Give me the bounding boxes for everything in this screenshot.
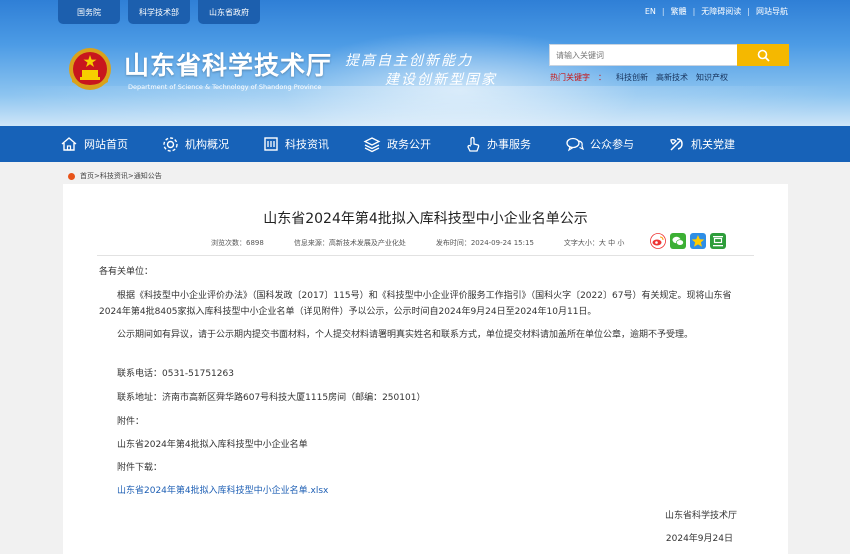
- nav-services[interactable]: 办事服务: [465, 136, 531, 153]
- search-box: [549, 44, 789, 66]
- nav-gov-affairs[interactable]: 政务公开: [363, 136, 431, 153]
- article-panel: 山东省2024年第4批拟入库科技型中小企业名单公示 浏览次数：6898 信息来源…: [63, 184, 788, 554]
- top-links: EN | 繁體 | 无障碍阅读 | 网站导航: [645, 6, 788, 17]
- nav-label: 机关党建: [691, 138, 735, 151]
- nav-label: 办事服务: [487, 138, 531, 151]
- slogan-line-2: 建设创新型国家: [385, 72, 497, 88]
- view-count: 浏览次数：6898: [211, 239, 264, 247]
- link-site-nav[interactable]: 网站导航: [756, 6, 788, 17]
- article-title: 山东省2024年第4批拟入库科技型中小企业名单公示: [263, 211, 588, 227]
- link-traditional[interactable]: 繁體: [671, 6, 687, 17]
- nav-news[interactable]: 科技资讯: [263, 136, 329, 152]
- meta-divider: [97, 255, 754, 256]
- publish-date: 发布时间：2024-09-24 15:15: [435, 239, 534, 247]
- separator: |: [661, 7, 665, 16]
- breadcrumb-dot-icon: [68, 172, 75, 180]
- separator: |: [747, 7, 750, 16]
- site-subtitle: Department of Science & Technology of Sh…: [128, 83, 322, 91]
- hot-keywords-label: 热门关键字: [550, 73, 590, 82]
- gear-icon: [163, 136, 178, 152]
- article-meta: 浏览次数：6898 信息来源：高新技术发展及产业化处 发布时间：2024-09-…: [211, 238, 624, 248]
- nav-label: 政务公开: [387, 138, 431, 151]
- link-accessibility[interactable]: 无障碍阅读: [701, 6, 741, 17]
- search-icon: [757, 49, 770, 62]
- wechat-icon[interactable]: [670, 233, 686, 249]
- douban-icon[interactable]: [710, 233, 726, 249]
- header-wave: [0, 86, 850, 126]
- font-size-control[interactable]: 文字大小：大 中 小: [564, 238, 624, 248]
- breadcrumb-text[interactable]: 首页>科技资讯>通知公告: [80, 171, 162, 181]
- contact-address: 联系地址：济南市高新区舜华路607号科技大厦1115房间（邮编：250101）: [117, 393, 426, 403]
- top-tabs: 国务院 科学技术部 山东省政府: [58, 0, 260, 24]
- site-header: 国务院 科学技术部 山东省政府 EN | 繁體 | 无障碍阅读 | 网站导航 山…: [0, 0, 850, 126]
- home-icon: [61, 137, 77, 151]
- nav-label: 科技资讯: [285, 138, 329, 151]
- download-label: 附件下载：: [117, 463, 163, 473]
- share-buttons: [650, 233, 726, 249]
- nav-label: 公众参与: [590, 138, 634, 151]
- contact-phone: 联系电话：0531-51751263: [117, 369, 234, 379]
- attachment-label: 附件：: [117, 417, 145, 427]
- download-link[interactable]: 山东省2024年第4批拟入库科技型中小企业名单.xlsx: [99, 483, 739, 499]
- nav-home[interactable]: 网站首页: [60, 136, 128, 152]
- signature: 山东省科学技术厅: [664, 511, 737, 521]
- slogan-line-1: 提高自主创新能力: [345, 53, 473, 69]
- party-emblem-icon: [670, 137, 683, 151]
- hot-keyword[interactable]: 科技创新: [616, 72, 648, 83]
- search-button[interactable]: [737, 44, 789, 66]
- qzone-icon[interactable]: [690, 233, 706, 249]
- info-source: 信息来源：高新技术发展及产业化处: [293, 239, 406, 247]
- nav-party[interactable]: 机关党建: [668, 136, 735, 153]
- top-tab-state-council[interactable]: 国务院: [58, 0, 120, 24]
- nav-institution[interactable]: 机构概况: [162, 136, 229, 153]
- link-english[interactable]: EN: [645, 7, 656, 16]
- attachment-name: 山东省2024年第4批拟入库科技型中小企业名单: [117, 440, 308, 450]
- top-tab-provincial-gov[interactable]: 山东省政府: [198, 0, 260, 24]
- document-icon: [264, 137, 278, 151]
- main-nav: 网站首页 机构概况 科技资讯 政务公开 办事服务 公众参与 机关党建: [0, 126, 850, 162]
- hot-keywords-colon: ：: [598, 73, 606, 82]
- hot-keywords: 热门关键字 ： 科技创新 高新技术 知识产权: [550, 72, 728, 83]
- signature-date: 2024年9月24日: [665, 534, 733, 544]
- hot-keyword[interactable]: 高新技术: [656, 72, 688, 83]
- nav-label: 网站首页: [84, 138, 128, 151]
- hand-pointer-icon: [467, 136, 480, 152]
- national-emblem-icon: [69, 48, 111, 90]
- separator: |: [692, 7, 696, 16]
- paragraph-1: 根据《科技型中小企业评价办法》（国科发政〔2017〕115号）和《科技型中小企业…: [99, 291, 732, 317]
- paragraph-2: 公示期间如有异议，请于公示期内提交书面材料，个人提交材料请署明真实姓名和联系方式…: [117, 330, 694, 340]
- breadcrumb: 首页>科技资讯>通知公告: [68, 171, 162, 181]
- site-title[interactable]: 山东省科学技术厅: [124, 46, 332, 82]
- weibo-icon[interactable]: [650, 233, 666, 249]
- nav-public[interactable]: 公众参与: [565, 136, 634, 152]
- search-input[interactable]: [549, 44, 737, 66]
- greeting: 各有关单位：: [99, 267, 154, 277]
- chat-icon: [566, 137, 584, 152]
- layers-icon: [363, 136, 381, 152]
- nav-label: 机构概况: [185, 138, 229, 151]
- top-tab-most[interactable]: 科学技术部: [128, 0, 190, 24]
- hot-keyword[interactable]: 知识产权: [696, 72, 728, 83]
